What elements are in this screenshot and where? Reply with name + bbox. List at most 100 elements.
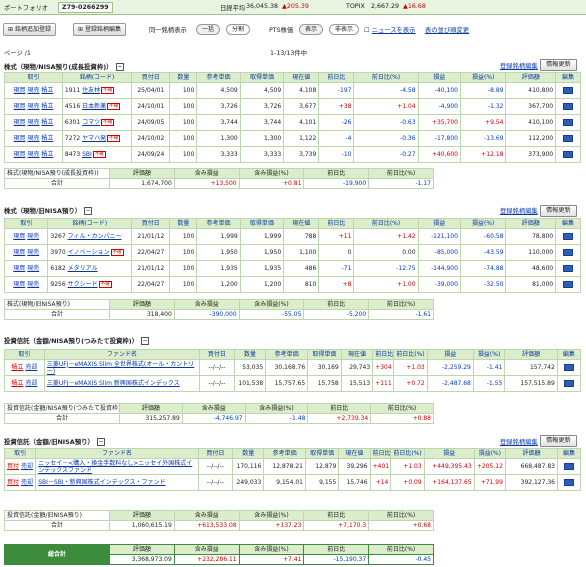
column-header[interactable]: ファンド名: [43, 349, 201, 360]
column-header[interactable]: 損益: [423, 448, 475, 459]
sort-order-link[interactable]: 表の並び順変更: [425, 25, 469, 34]
stock-name-link[interactable]: メタリアル: [68, 265, 98, 272]
collapse-icon[interactable]: −: [141, 337, 150, 345]
sell-link[interactable]: 現売: [27, 249, 39, 256]
sell-link[interactable]: 現売: [27, 135, 39, 142]
stock-name-link[interactable]: イノベーション: [68, 249, 110, 256]
collapse-icon[interactable]: −: [84, 207, 93, 215]
table-row: 現買 現売 3267 フィル・カンパニー 21/01/12 100 1,999 1,999…: [3, 228, 581, 245]
column-header[interactable]: 評価額: [504, 349, 558, 360]
fund-name-link[interactable]: 三菱UFJ－eMAXIS Slim 全世界株式(オール・カントリー): [43, 359, 201, 376]
cell-now: 39,296: [338, 458, 371, 475]
sell-link[interactable]: 現売: [27, 265, 39, 272]
column-header[interactable]: 評価額: [504, 448, 558, 459]
stock-name-link[interactable]: サクシード: [68, 281, 98, 288]
buy-link[interactable]: 現買: [14, 135, 26, 142]
column-header[interactable]: 買付日: [131, 72, 171, 83]
stock-name-link[interactable]: コマツ: [82, 119, 100, 126]
column-header[interactable]: 評価額: [505, 218, 557, 229]
sell-link[interactable]: 現売: [27, 281, 39, 288]
news-checkbox[interactable]: ☐ ニュースを表示: [364, 25, 415, 34]
sell-link[interactable]: 売却: [21, 463, 33, 470]
stock-name-link[interactable]: ヤマハ発: [82, 135, 106, 142]
mail-icon[interactable]: [563, 119, 574, 126]
accumulate-link[interactable]: 積立: [41, 119, 53, 126]
fund-name-link[interactable]: 三菱UFJ－eMAXIS Slim 新興国株式インデックス: [43, 375, 201, 392]
portfolio-select[interactable]: Z79-0266299: [58, 2, 113, 13]
add-stock-button[interactable]: ⊞ 銘柄追加登録: [3, 23, 56, 36]
mail-icon[interactable]: [563, 135, 574, 142]
mail-icon[interactable]: [563, 364, 574, 371]
split-toggle[interactable]: 分割: [226, 24, 251, 35]
accumulate-link[interactable]: 積立: [41, 135, 53, 142]
column-header[interactable]: 損益: [417, 72, 461, 83]
fund-name-link[interactable]: ニッセイ－<購入・換金手数料なし>ニッセイ外国株式インデックスファンド: [35, 458, 199, 475]
buy-link[interactable]: 積立: [11, 364, 23, 371]
sell-link[interactable]: 売却: [21, 479, 33, 486]
register-link[interactable]: 登録銘柄編集: [500, 206, 538, 215]
buy-link[interactable]: 現買: [14, 151, 26, 158]
sell-link[interactable]: 売却: [25, 380, 37, 387]
buy-link[interactable]: 現買: [14, 119, 26, 126]
buy-link[interactable]: 現買: [13, 265, 25, 272]
accumulate-link[interactable]: 積立: [41, 151, 53, 158]
stock-name-link[interactable]: SBI: [82, 151, 92, 158]
buy-link[interactable]: 現買: [13, 249, 25, 256]
sell-link[interactable]: 現売: [27, 233, 39, 240]
column-header[interactable]: 損益(%): [459, 72, 507, 83]
column-header[interactable]: 損益(%): [459, 218, 507, 229]
column-header[interactable]: 銘柄(コード): [47, 218, 133, 229]
buy-link[interactable]: 現買: [13, 233, 25, 240]
stock-name-link[interactable]: 住友林: [82, 87, 100, 94]
collapse-icon[interactable]: −: [96, 438, 105, 446]
update-button[interactable]: 情報更新: [540, 59, 577, 71]
accumulate-link[interactable]: 積立: [41, 103, 53, 110]
pts-show-toggle[interactable]: 表示: [299, 24, 324, 35]
mail-icon[interactable]: [563, 265, 574, 272]
buy-link[interactable]: 買付: [7, 463, 19, 470]
buy-link[interactable]: 買付: [7, 479, 19, 486]
column-header[interactable]: 損益(%): [472, 349, 506, 360]
mail-icon[interactable]: [563, 151, 574, 158]
mail-icon[interactable]: [563, 233, 574, 240]
register-link[interactable]: 登録銘柄編集: [500, 437, 538, 446]
update-button[interactable]: 情報更新: [540, 435, 577, 447]
trade-cell: 現買 現売: [3, 228, 49, 245]
column-header[interactable]: 損益(%): [473, 448, 506, 459]
column-header[interactable]: 買付日: [131, 218, 171, 229]
buy-link[interactable]: 積立: [11, 380, 23, 387]
sell-link[interactable]: 現売: [27, 119, 39, 126]
fund-name-link[interactable]: SBI－SBI・新興国株式インデックス・ファンド: [35, 474, 199, 491]
mail-icon[interactable]: [563, 249, 574, 256]
stock-name-link[interactable]: 日本新薬: [82, 103, 106, 110]
collapse-icon[interactable]: −: [115, 63, 124, 71]
column-header[interactable]: 買付日: [197, 448, 234, 459]
column-header[interactable]: 評価額: [505, 72, 557, 83]
update-button[interactable]: 情報更新: [540, 205, 577, 217]
column-header[interactable]: ファンド名: [35, 448, 199, 459]
sell-link[interactable]: 売却: [25, 364, 37, 371]
pts-hide-toggle[interactable]: 非表示: [329, 24, 360, 35]
summary-value: +13,500: [173, 178, 240, 189]
edit-stocks-button[interactable]: ⊞ 登録銘柄編集: [73, 23, 126, 36]
mail-icon[interactable]: [563, 103, 574, 110]
buy-link[interactable]: 現買: [13, 281, 25, 288]
lump-toggle[interactable]: 一括: [196, 24, 221, 35]
column-header[interactable]: 銘柄(コード): [61, 72, 133, 83]
buy-link[interactable]: 現買: [14, 87, 26, 94]
stock-name-link[interactable]: フィル・カンパニー: [68, 233, 122, 240]
column-header[interactable]: 損益: [417, 218, 461, 229]
buy-link[interactable]: 現買: [14, 103, 26, 110]
register-link[interactable]: 登録銘柄編集: [500, 61, 538, 70]
column-header[interactable]: 損益: [426, 349, 474, 360]
mail-icon[interactable]: [563, 281, 574, 288]
mail-icon[interactable]: [563, 87, 574, 94]
column-header[interactable]: 買付日: [199, 349, 235, 360]
mail-icon[interactable]: [563, 463, 574, 470]
sell-link[interactable]: 現売: [27, 151, 39, 158]
mail-icon[interactable]: [563, 380, 574, 387]
accumulate-link[interactable]: 積立: [41, 87, 53, 94]
sell-link[interactable]: 現売: [27, 87, 39, 94]
mail-icon[interactable]: [563, 479, 574, 486]
sell-link[interactable]: 現売: [27, 103, 39, 110]
